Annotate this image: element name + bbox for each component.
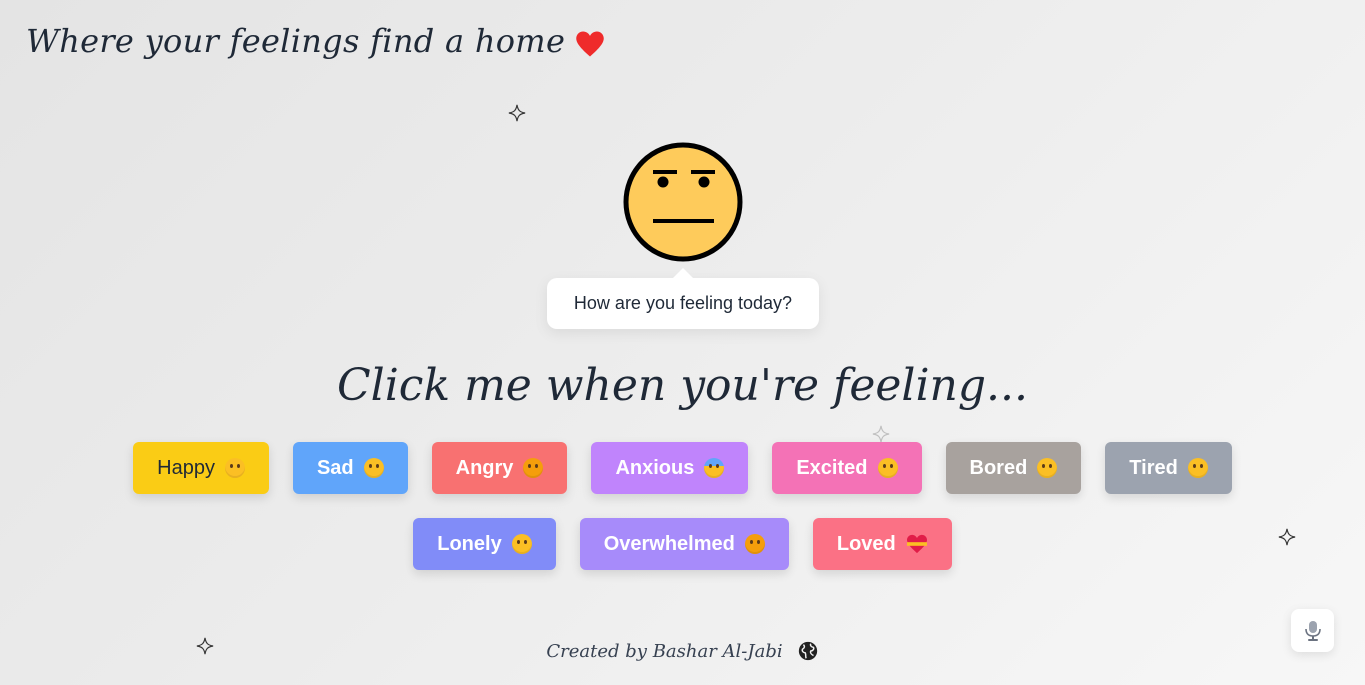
microphone-button[interactable]	[1291, 609, 1334, 652]
bubble-text: How are you feeling today?	[573, 293, 793, 313]
mood-label: Bored	[969, 456, 1028, 479]
footer-credit[interactable]: Created by Bashar Al-Jabi	[546, 641, 782, 662]
mood-button-loved[interactable]: Loved	[812, 518, 952, 570]
mood-label: Overwhelmed	[603, 532, 735, 555]
mood-button-excited[interactable]: Excited	[772, 442, 922, 494]
angry-face-icon	[523, 458, 544, 478]
mood-label: Lonely	[437, 532, 502, 555]
pleading-face-icon	[511, 534, 532, 554]
mood-button-bored[interactable]: Bored	[945, 442, 1082, 494]
sleepy-face-icon	[1187, 458, 1208, 478]
bored-face-icon	[1037, 458, 1058, 478]
prompt-title: Click me when you're feeling...	[336, 360, 1029, 411]
footer: Created by Bashar Al-Jabi	[0, 640, 1365, 662]
sparkle-icon	[872, 425, 890, 443]
mood-row: Lonely Overwhelmed Loved	[0, 518, 1365, 570]
mood-label: Loved	[836, 532, 896, 555]
mood-label: Happy	[157, 456, 215, 479]
mood-label: Anxious	[615, 456, 695, 479]
mood-label: Sad	[316, 456, 354, 479]
mood-label: Tired	[1129, 456, 1178, 479]
mood-button-lonely[interactable]: Lonely	[413, 518, 556, 570]
mood-button-happy[interactable]: Happy	[133, 442, 269, 494]
mood-button-tired[interactable]: Tired	[1105, 442, 1232, 494]
mood-button-sad[interactable]: Sad	[292, 442, 408, 494]
overwhelmed-face-icon	[744, 534, 765, 554]
speech-bubble: How are you feeling today?	[547, 268, 819, 329]
anxious-face-icon	[704, 458, 725, 478]
neutral-face-icon[interactable]	[623, 142, 743, 262]
heart-ribbon-icon	[906, 534, 928, 554]
heart-icon	[575, 28, 604, 57]
sparkle-icon	[508, 104, 526, 122]
site-tagline: Where your feelings find a home	[26, 22, 604, 60]
mood-label: Excited	[796, 456, 868, 479]
smiling-face-icon	[224, 458, 245, 478]
mood-button-angry[interactable]: Angry	[431, 442, 568, 494]
mood-row: Happy Sad Angry Anxious Excited Bored Ti…	[0, 442, 1365, 494]
globe-icon[interactable]	[797, 640, 819, 662]
microphone-icon	[1304, 620, 1322, 642]
star-eyes-face-icon	[877, 458, 898, 478]
tagline-text: Where your feelings find a home	[26, 22, 566, 60]
mood-button-anxious[interactable]: Anxious	[591, 442, 749, 494]
mood-label: Angry	[455, 456, 514, 479]
sad-face-icon	[363, 458, 384, 478]
mood-button-overwhelmed[interactable]: Overwhelmed	[579, 518, 789, 570]
